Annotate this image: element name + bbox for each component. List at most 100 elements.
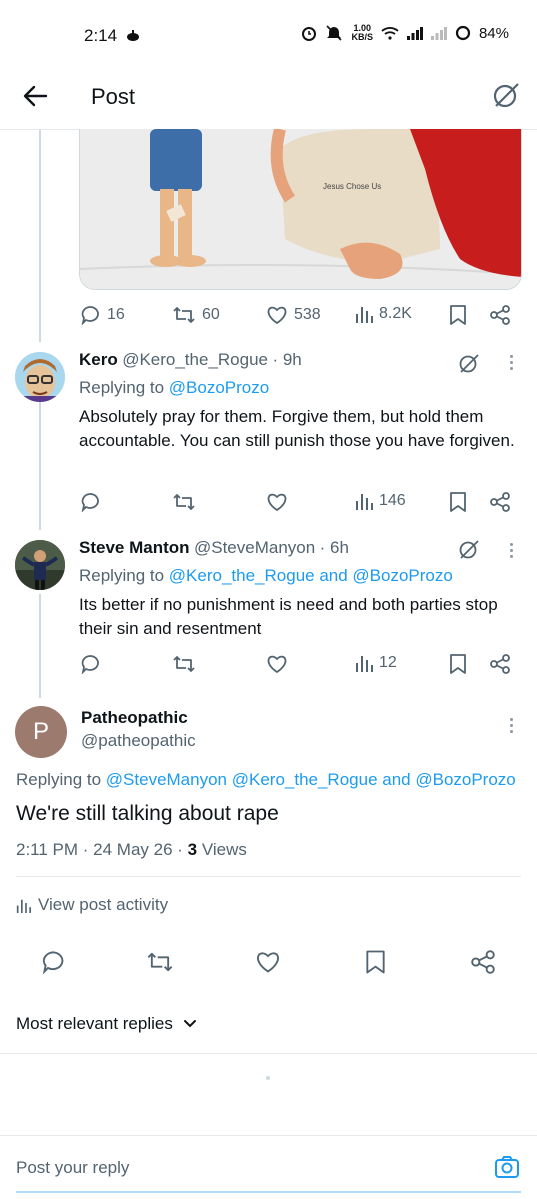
divider: [0, 1053, 537, 1054]
loading-indicator: [266, 1076, 270, 1080]
avatar[interactable]: P: [15, 706, 67, 758]
share-icon[interactable]: [490, 305, 510, 325]
composer-underline: [16, 1191, 521, 1193]
status-bar: 2:14 1.00 KB/S 84%: [0, 0, 537, 72]
battery-icon: [455, 25, 471, 41]
status-time: 2:14: [84, 26, 118, 45]
reply-text: Absolutely pray for them. Forgive them, …: [79, 407, 515, 450]
reply-author-handle[interactable]: @Kero_the_Rogue: [122, 350, 268, 369]
more-options-icon[interactable]: [510, 543, 513, 558]
views-button[interactable]: 8.2K: [355, 305, 412, 323]
view-post-activity[interactable]: View post activity: [16, 895, 168, 915]
more-options-icon[interactable]: [510, 355, 513, 370]
image-caption: Jesus Chose Us: [323, 182, 381, 191]
views-icon: [356, 307, 373, 323]
back-arrow-icon[interactable]: [22, 84, 48, 108]
timestamp-text: 2:11 PM · 24 May 26 ·: [16, 840, 188, 859]
share-icon[interactable]: [490, 492, 510, 512]
views-button[interactable]: 146: [355, 492, 406, 510]
like-button[interactable]: 538: [266, 305, 321, 325]
like-button[interactable]: [266, 654, 288, 674]
wifi-icon: [381, 26, 399, 40]
heart-icon: [267, 493, 287, 512]
more-options-icon[interactable]: [510, 718, 513, 733]
reply-author-name[interactable]: Steve Manton: [79, 538, 190, 557]
reply-button[interactable]: 16: [81, 305, 125, 325]
reply-button[interactable]: [81, 654, 101, 674]
repost-count: 60: [202, 306, 220, 323]
replying-prefix: Replying to: [79, 566, 165, 585]
replying-to-link[interactable]: @Kero_the_Rogue and @BozoProzo: [169, 566, 453, 585]
battery-level: 84%: [478, 24, 509, 42]
top-app-bar: Post: [0, 72, 537, 130]
reply-text: Its better if no punishment is need and …: [79, 595, 498, 638]
heart-icon: [267, 306, 287, 325]
bookmark-icon[interactable]: [449, 492, 467, 512]
reply-composer-input[interactable]: Post your reply: [16, 1158, 129, 1178]
sort-label: Most relevant replies: [16, 1014, 173, 1033]
replying-to-link[interactable]: @BozoProzo: [169, 378, 269, 397]
signal-icon-secondary: [430, 26, 447, 40]
avatar[interactable]: [15, 540, 65, 590]
sort-replies-dropdown[interactable]: Most relevant replies: [16, 1014, 197, 1034]
net-speed-unit: KB/S: [351, 32, 373, 42]
focused-post-text: We're still talking about rape: [16, 802, 279, 825]
like-button[interactable]: [266, 492, 288, 512]
thread-line: [39, 400, 41, 530]
avatar[interactable]: [15, 352, 65, 402]
views-count: 146: [379, 492, 406, 509]
chevron-down-icon: [183, 1020, 196, 1028]
bookmark-icon[interactable]: [449, 305, 467, 325]
repost-icon[interactable]: [146, 950, 174, 974]
network-speed: 1.00 KB/S: [351, 24, 373, 42]
reply-icon[interactable]: [42, 950, 66, 974]
activity-icon: [16, 899, 31, 913]
views-icon: [356, 656, 373, 672]
views-count: 12: [379, 654, 397, 671]
repost-icon: [173, 494, 195, 510]
replying-to: Replying to @BozoProzo: [79, 378, 269, 398]
repost-button[interactable]: 60: [172, 305, 220, 325]
reply-header: Kero @Kero_the_Rogue · 9h: [79, 350, 302, 370]
alarm-icon: [301, 25, 317, 41]
repost-icon: [173, 307, 195, 323]
views-button[interactable]: 12: [355, 654, 397, 672]
views-count: 8.2K: [379, 305, 412, 322]
reply-icon: [81, 306, 99, 325]
reply-author-handle[interactable]: @SteveManyon: [194, 538, 315, 557]
replying-to-link[interactable]: @SteveManyon @Kero_the_Rogue and @BozoPr…: [106, 770, 516, 789]
heart-icon[interactable]: [255, 950, 281, 974]
reply-button[interactable]: [81, 492, 101, 512]
grok-icon[interactable]: [458, 352, 480, 374]
focused-author-name[interactable]: Patheopathic: [81, 708, 188, 728]
thread-line: [39, 130, 41, 342]
repost-icon: [173, 656, 195, 672]
camera-icon[interactable]: [494, 1155, 520, 1179]
reply-count: 16: [107, 306, 125, 323]
reply-author-name[interactable]: Kero: [79, 350, 118, 369]
grok-icon[interactable]: [492, 81, 520, 109]
reply-icon: [81, 493, 99, 512]
heart-icon: [267, 655, 287, 674]
bookmark-icon[interactable]: [449, 654, 467, 674]
grok-icon[interactable]: [458, 538, 480, 560]
views-icon: [356, 494, 373, 510]
repost-button[interactable]: [172, 492, 196, 512]
page-title: Post: [91, 84, 136, 109]
repost-button[interactable]: [172, 654, 196, 674]
divider: [16, 876, 521, 877]
share-icon[interactable]: [490, 654, 510, 674]
post-timestamp: 2:11 PM · 24 May 26 · 3 Views: [16, 840, 247, 860]
replying-prefix: Replying to: [16, 770, 102, 789]
notification-icon: [126, 28, 140, 42]
mute-icon: [325, 25, 343, 41]
view-activity-label: View post activity: [38, 895, 169, 914]
reply-icon: [81, 655, 99, 674]
share-icon[interactable]: [471, 950, 495, 974]
post-image[interactable]: Jesus Chose Us: [79, 129, 522, 290]
status-icons: 1.00 KB/S 84%: [301, 24, 509, 42]
focused-author-handle[interactable]: @patheopathic: [81, 731, 196, 751]
like-count: 538: [294, 306, 321, 323]
bookmark-icon[interactable]: [365, 950, 386, 974]
reply-time: · 6h: [319, 538, 349, 557]
